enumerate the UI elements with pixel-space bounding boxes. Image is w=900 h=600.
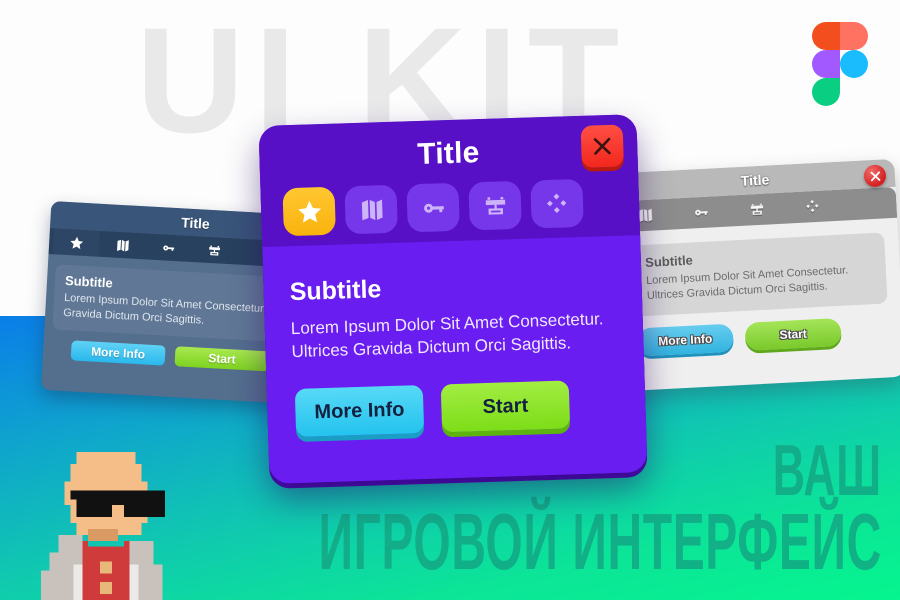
chest-icon xyxy=(485,196,505,215)
start-button[interactable]: Start xyxy=(440,380,571,433)
promo-line-1: ВАШ xyxy=(773,431,882,511)
map-icon xyxy=(361,199,383,220)
promo-line-2: ИГРОВОЙ ИНТЕРФЕЙС xyxy=(318,497,882,586)
main-dialog-tabbar[interactable] xyxy=(260,165,640,237)
main-dialog-subtitle: Subtitle xyxy=(289,275,382,307)
chest-icon xyxy=(208,244,220,256)
tab-inventory[interactable] xyxy=(468,180,522,231)
light-dialog-panel: Subtitle Lorem Ipsum Dolor Sit Amet Cons… xyxy=(632,232,888,317)
dialog-card-light[interactable]: Title Subtitle Lorem Ipsum Dolor Sit Ame… xyxy=(614,158,900,392)
close-icon xyxy=(593,137,611,155)
tab-map[interactable] xyxy=(344,184,398,235)
gamepad-icon xyxy=(805,200,818,213)
more-info-button[interactable]: More Info xyxy=(70,340,166,366)
dialog-card-main[interactable]: Title Subtitle Lorem Ipsum Dolor Sit Ame… xyxy=(258,114,648,484)
tab-inventory[interactable] xyxy=(728,193,786,227)
chest-icon xyxy=(750,203,763,216)
key-icon xyxy=(423,203,444,213)
tab-controls[interactable] xyxy=(784,190,842,224)
tab-favorites[interactable] xyxy=(282,186,336,237)
close-button[interactable] xyxy=(863,164,887,188)
tab-controls[interactable] xyxy=(530,178,584,229)
light-dialog-actions: More Info Start xyxy=(623,314,900,357)
light-dialog-body: Lorem Ipsum Dolor Sit Amet Consectetur. … xyxy=(645,264,849,302)
main-dialog-inner: Title Subtitle Lorem Ipsum Dolor Sit Ame… xyxy=(258,114,648,484)
light-dialog-title-text: Title xyxy=(740,171,770,189)
start-button[interactable]: Start xyxy=(174,346,270,372)
tab-keys[interactable] xyxy=(672,196,730,230)
tab-favorites[interactable] xyxy=(52,228,100,257)
more-info-button[interactable]: More Info xyxy=(294,385,425,438)
main-dialog-body-area: Subtitle Lorem Ipsum Dolor Sit Amet Cons… xyxy=(262,235,648,484)
tab-keys[interactable] xyxy=(406,182,460,233)
start-button[interactable]: Start xyxy=(744,317,842,351)
star-icon xyxy=(297,200,321,223)
tab-keys[interactable] xyxy=(144,233,191,262)
key-icon xyxy=(162,244,174,251)
gamepad-icon xyxy=(546,193,566,213)
map-icon xyxy=(116,239,129,251)
main-dialog-actions: More Info Start xyxy=(293,379,620,438)
star-icon xyxy=(69,236,83,249)
key-icon xyxy=(694,209,708,216)
tab-inventory[interactable] xyxy=(190,236,237,265)
close-button[interactable] xyxy=(580,124,624,168)
figma-logo xyxy=(812,22,868,106)
main-dialog-header: Title xyxy=(258,114,641,247)
main-dialog-body: Lorem Ipsum Dolor Sit Amet Consectetur. … xyxy=(290,309,604,361)
close-icon xyxy=(870,170,880,181)
more-info-button[interactable]: More Info xyxy=(636,323,734,357)
pixel-art-character xyxy=(40,451,166,600)
tab-map[interactable] xyxy=(98,231,145,260)
poster-canvas: UI KIT ВАШ ИГРОВОЙ ИНТЕРФЕЙС Title Subti… xyxy=(0,0,900,600)
